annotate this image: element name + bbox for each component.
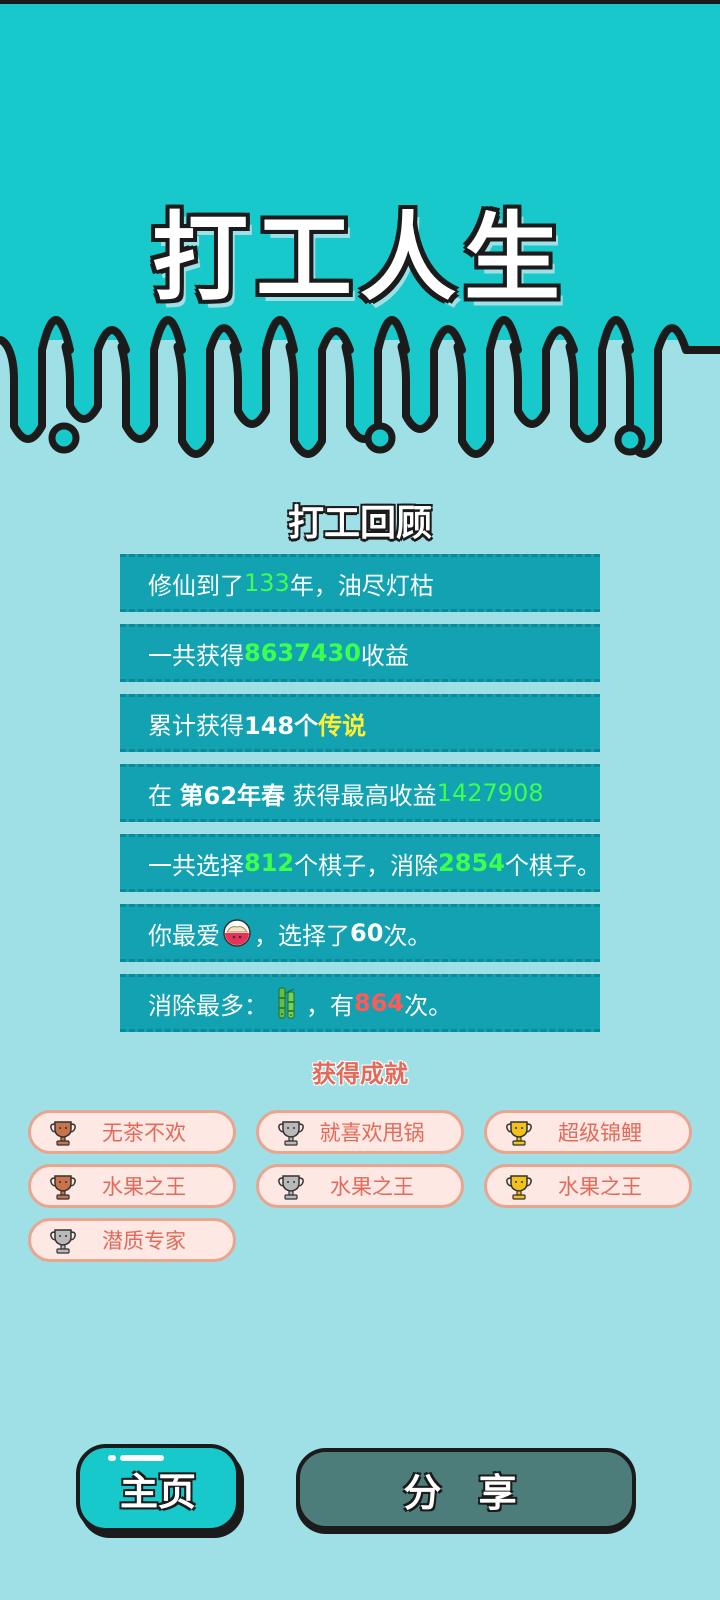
stat-text: 消除最多： <box>148 991 268 1020</box>
achievements-section-title: 获得成就 <box>312 1060 408 1088</box>
gold-trophy-icon <box>506 1121 532 1146</box>
achievement-badge[interactable]: 无茶不欢 <box>28 1110 236 1154</box>
stat-row-cultivation: 修仙到了 133 年，油尽灯枯 <box>120 554 600 612</box>
bronze-trophy-icon <box>50 1121 76 1146</box>
drip-droplet <box>364 422 396 454</box>
stat-text: 次。 <box>404 991 453 1020</box>
stat-text: ，选择了 <box>254 921 350 950</box>
page-title: 打工人生 <box>152 202 568 314</box>
stat-text: 收益 <box>360 641 409 670</box>
stat-text: 在 <box>148 781 180 810</box>
stat-favorite-count: 60 <box>350 919 384 947</box>
stat-row-pieces: 一共选择 812 个棋子，消除 2854 个棋子。 <box>120 834 601 892</box>
stat-row-total-income: 一共获得 8637430 收益 <box>120 624 600 682</box>
stat-years-value: 133 <box>244 569 290 597</box>
stat-legend-label: 传说 <box>318 711 367 740</box>
share-button-label: 分 享 <box>403 1470 529 1515</box>
stat-text: 你最爱 <box>148 921 220 950</box>
stat-text: 获得最高收益 <box>285 781 437 810</box>
achievement-badge[interactable]: 潜质专家 <box>28 1218 236 1262</box>
stat-best-income-value: 1427908 <box>436 779 544 807</box>
stat-row-best-season: 在 第62年春 获得最高收益 1427908 <box>120 764 600 822</box>
achievement-badge[interactable]: 水果之王 <box>28 1164 236 1208</box>
dish-icon <box>223 919 251 947</box>
achievement-badge[interactable]: 超级锦鲤 <box>484 1110 692 1154</box>
share-button[interactable]: 分 享 <box>296 1448 636 1530</box>
achievements-grid: 无茶不欢 就喜欢甩锅 超级锦鲤 水果之王 水果之王 水果之王 潜质专家 <box>28 1110 692 1262</box>
stat-text: 个棋子。 <box>504 851 601 880</box>
achievement-badge[interactable]: 水果之王 <box>256 1164 464 1208</box>
stat-row-most-eliminated: 消除最多： ，有 864 次。 <box>120 974 600 1032</box>
stat-text: 一共获得 <box>148 641 244 670</box>
button-highlight <box>108 1455 164 1461</box>
stat-selected-value: 812 <box>244 849 295 877</box>
stat-text: 修仙到了 <box>148 571 244 600</box>
silver-trophy-icon <box>278 1121 304 1146</box>
stat-row-legends: 累计获得 148个 传说 <box>120 694 600 752</box>
stat-text: 一共选择 <box>148 851 244 880</box>
gold-trophy-icon <box>506 1175 532 1200</box>
stat-text: 年，油尽灯枯 <box>289 571 434 600</box>
review-stats-list: 修仙到了 133 年，油尽灯枯 一共获得 8637430 收益 累计获得 148个 传说 在… <box>120 554 601 1044</box>
drip-droplet <box>48 422 80 454</box>
silver-trophy-icon <box>278 1175 304 1200</box>
bronze-trophy-icon <box>50 1175 76 1200</box>
home-button-label: 主页 <box>119 1469 196 1514</box>
bamboo-icon <box>278 987 295 1019</box>
stat-legend-count: 148个 <box>244 711 319 740</box>
achievement-badge[interactable]: 水果之王 <box>484 1164 692 1208</box>
silver-trophy-icon <box>50 1229 76 1254</box>
achievement-badge[interactable]: 就喜欢甩锅 <box>256 1110 464 1154</box>
drip-droplet <box>614 424 646 456</box>
stat-row-favorite: 你最爱 ，选择了 60 次。 <box>120 904 600 962</box>
stat-income-value: 8637430 <box>244 639 361 667</box>
stat-text: 累计获得 <box>148 711 244 740</box>
review-section-title: 打工回顾 <box>287 503 432 544</box>
home-button[interactable]: 主页 <box>76 1444 240 1532</box>
stat-eliminated-value: 2854 <box>438 849 505 877</box>
stat-text: 次。 <box>383 921 432 950</box>
stat-eliminated-count: 864 <box>354 989 405 1017</box>
stat-season-value: 第62年春 <box>179 781 286 810</box>
stat-text: ，有 <box>306 991 354 1020</box>
stat-text: 个棋子，消除 <box>294 851 439 880</box>
